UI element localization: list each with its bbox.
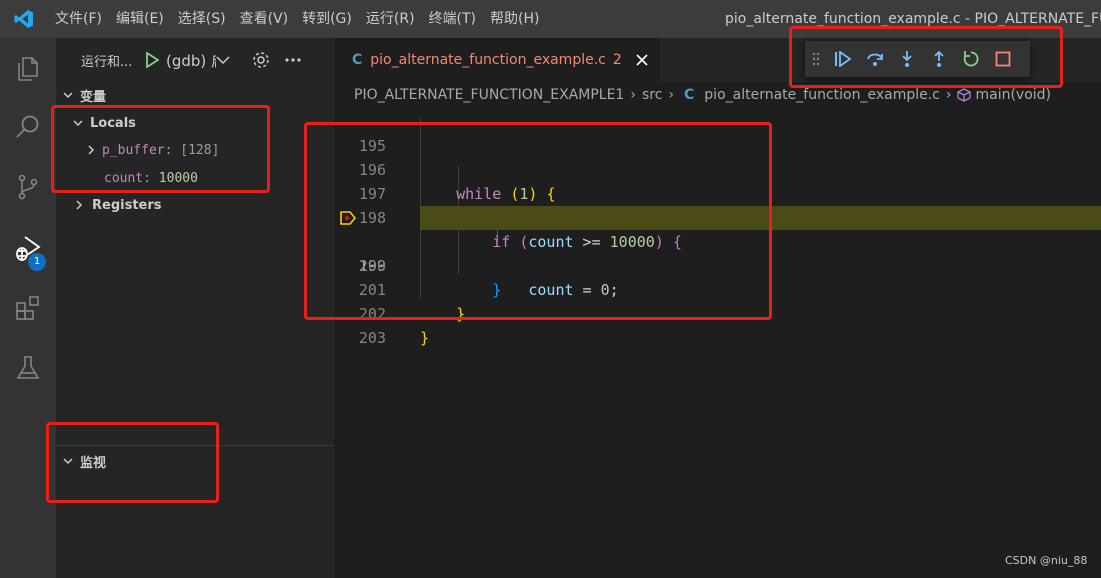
variables-section-header[interactable]: 变量 bbox=[56, 84, 334, 106]
testing-icon[interactable] bbox=[0, 340, 56, 396]
debug-header: 运行和... (gdb) 启 bbox=[56, 38, 334, 82]
chevron-down-icon bbox=[63, 92, 73, 99]
sidebar-title: 运行和... bbox=[81, 54, 133, 70]
c-file-icon: C bbox=[352, 52, 363, 68]
c-file-icon: C bbox=[684, 87, 695, 103]
vscode-logo-icon bbox=[0, 0, 48, 38]
source-control-icon[interactable] bbox=[0, 159, 56, 215]
registers-scope[interactable]: Registers bbox=[56, 194, 334, 216]
line-content: } bbox=[420, 326, 429, 350]
editor-tab[interactable]: C pio_alternate_function_example.c 2 bbox=[334, 38, 660, 82]
start-debug-icon[interactable] bbox=[145, 52, 159, 68]
annotation-box bbox=[46, 422, 219, 503]
menu-bar: 文件(F) 编辑(E) 选择(S) 查看(V) 转到(G) 运行(R) 终端(T… bbox=[48, 0, 546, 38]
menu-go[interactable]: 转到(G) bbox=[295, 0, 359, 38]
chevron-down-icon bbox=[216, 56, 230, 65]
chevron-right-icon bbox=[76, 200, 83, 210]
vscode-window: 文件(F) 编辑(E) 选择(S) 查看(V) 转到(G) 运行(R) 终端(T… bbox=[0, 0, 1101, 578]
breadcrumb-symbol[interactable]: main(void) bbox=[975, 87, 1051, 103]
menu-selection[interactable]: 选择(S) bbox=[171, 0, 233, 38]
chevron-right-icon: › bbox=[630, 87, 636, 103]
annotation-box bbox=[51, 105, 270, 193]
variables-header: 变量 bbox=[80, 89, 107, 105]
registers-label: Registers bbox=[92, 197, 162, 213]
menu-terminal[interactable]: 终端(T) bbox=[422, 0, 483, 38]
breadcrumb-project[interactable]: PIO_ALTERNATE_FUNCTION_EXAMPLE1 bbox=[354, 87, 624, 103]
close-icon[interactable] bbox=[636, 54, 648, 66]
menu-view[interactable]: 查看(V) bbox=[233, 0, 296, 38]
line-number: 203 bbox=[358, 329, 386, 347]
symbol-method-icon bbox=[957, 88, 972, 102]
watermark: CSDN @niu_88 bbox=[1005, 554, 1088, 567]
run-debug-icon[interactable] bbox=[0, 221, 56, 277]
menu-edit[interactable]: 编辑(E) bbox=[109, 0, 171, 38]
more-actions-icon[interactable] bbox=[284, 57, 302, 63]
chevron-right-icon: › bbox=[945, 87, 952, 103]
menu-run[interactable]: 运行(R) bbox=[359, 0, 422, 38]
annotation-box bbox=[789, 26, 1063, 88]
gear-icon[interactable] bbox=[252, 51, 270, 69]
explorer-icon[interactable] bbox=[0, 41, 56, 97]
menu-file[interactable]: 文件(F) bbox=[48, 0, 109, 38]
breadcrumb-folder[interactable]: src bbox=[642, 87, 662, 103]
annotation-box bbox=[304, 122, 772, 320]
breadcrumb-file[interactable]: pio_alternate_function_example.c bbox=[704, 87, 940, 103]
launch-config-select[interactable]: (gdb) 启 bbox=[145, 50, 230, 71]
chevron-right-icon: › bbox=[668, 87, 675, 103]
search-icon[interactable] bbox=[0, 99, 56, 155]
problems-count: 2 bbox=[612, 52, 622, 68]
menu-help[interactable]: 帮助(H) bbox=[483, 0, 546, 38]
debug-badge: 1 bbox=[28, 253, 46, 271]
tab-filename: pio_alternate_function_example.c bbox=[370, 52, 606, 68]
code-token: } bbox=[420, 329, 430, 347]
launch-config-name: (gdb) 启 bbox=[166, 51, 216, 70]
extensions-icon[interactable] bbox=[0, 280, 56, 336]
